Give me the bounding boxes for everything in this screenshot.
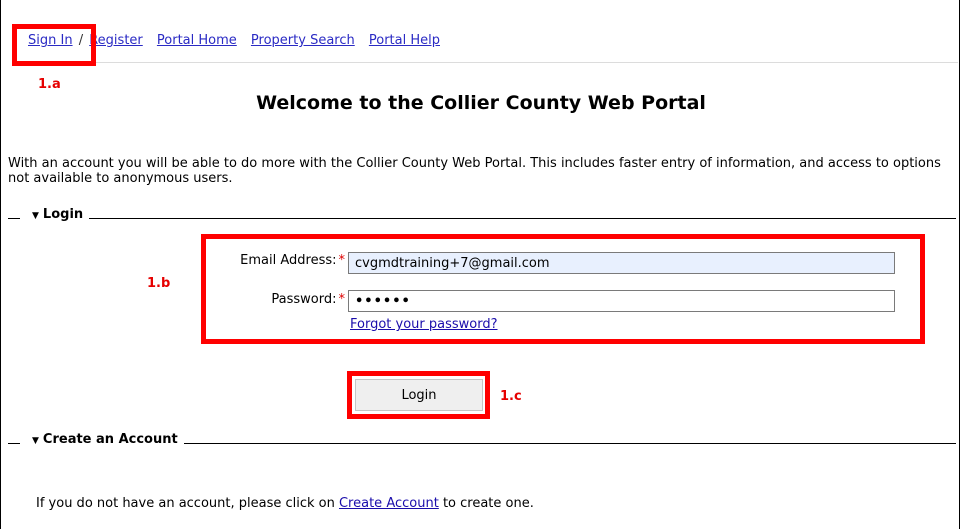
create-account-section-header[interactable]: ▼ Create an Account (8, 432, 956, 448)
highlight-box-sign-in (12, 24, 96, 66)
triangle-down-icon: ▼ (32, 211, 39, 221)
password-field[interactable]: •••••• (348, 290, 895, 312)
login-legend[interactable]: ▼ Login (20, 207, 90, 222)
create-account-legend-label: Create an Account (42, 432, 178, 447)
page-title: Welcome to the Collier County Web Portal (256, 92, 706, 114)
portal-home-link[interactable]: Portal Home (157, 33, 237, 48)
register-link[interactable]: Register (89, 33, 143, 48)
nav-divider (14, 62, 958, 63)
property-search-link[interactable]: Property Search (251, 33, 355, 48)
email-label-text: Email Address: (240, 253, 337, 268)
portal-help-link[interactable]: Portal Help (369, 33, 440, 48)
required-asterisk: * (338, 292, 346, 307)
password-label-text: Password: (271, 292, 337, 307)
email-field[interactable]: cvgmdtraining+7@gmail.com (348, 252, 895, 274)
forgot-password-link[interactable]: Forgot your password? (350, 317, 498, 332)
create-text-after: to create one. (438, 496, 534, 511)
callout-1c: 1.c (500, 389, 522, 404)
create-account-text: If you do not have an account, please cl… (36, 496, 534, 511)
callout-1b: 1.b (147, 276, 171, 291)
create-account-link[interactable]: Create Account (339, 496, 439, 511)
triangle-down-icon: ▼ (32, 436, 39, 446)
section-divider (8, 218, 956, 219)
email-label: Email Address: * (200, 253, 345, 268)
intro-text: With an account you will be able to do m… (8, 156, 941, 186)
highlight-box-login-button (347, 371, 490, 419)
login-legend-label: Login (42, 207, 84, 222)
password-label: Password: * (200, 292, 345, 307)
login-section-header[interactable]: ▼ Login (8, 207, 956, 223)
callout-1a: 1.a (38, 77, 61, 92)
create-account-legend[interactable]: ▼ Create an Account (20, 432, 184, 447)
create-text-before: If you do not have an account, please cl… (36, 496, 339, 511)
required-asterisk: * (338, 253, 346, 268)
highlight-box-credentials (201, 234, 925, 344)
